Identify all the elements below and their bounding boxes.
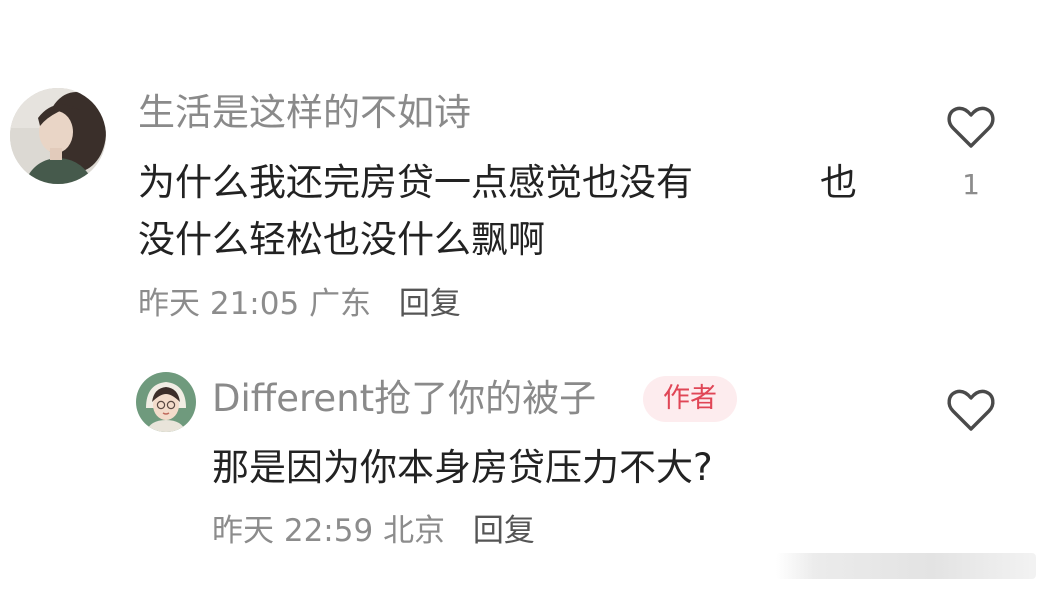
comment-content-line-1: 为什么我还完房贷一点感觉也没有 bbox=[138, 161, 693, 204]
reply-content: 那是因为你本身房贷压力不大? bbox=[212, 446, 713, 489]
reply-avatar[interactable] bbox=[136, 372, 196, 432]
reply-time: 昨天 22:59 bbox=[212, 513, 374, 549]
watermark bbox=[776, 553, 1036, 579]
reply-location: 北京 bbox=[383, 513, 446, 549]
reply-reply-button[interactable]: 回复 bbox=[473, 513, 535, 549]
comment-content-trail: 也 bbox=[820, 161, 857, 204]
comment-like-button[interactable] bbox=[944, 100, 998, 154]
comment-content-line-2: 没什么轻松也没什么飘啊 bbox=[138, 218, 545, 261]
avatar-photo-icon bbox=[10, 88, 106, 184]
comment-meta: 昨天 21:05 广东 回复 bbox=[138, 284, 461, 324]
comment-avatar[interactable] bbox=[10, 88, 106, 184]
comment-like-count: 1 bbox=[962, 168, 980, 201]
comment-time: 昨天 21:05 bbox=[138, 286, 300, 322]
heart-outline-icon bbox=[947, 389, 995, 431]
reply-like-button[interactable] bbox=[944, 383, 998, 437]
avatar-illustration-icon bbox=[136, 372, 196, 432]
heart-outline-icon bbox=[947, 106, 995, 148]
author-badge: 作者 bbox=[643, 376, 737, 422]
comment-reply-button[interactable]: 回复 bbox=[399, 286, 461, 322]
comment-username[interactable]: 生活是这样的不如诗 bbox=[138, 90, 471, 136]
reply-username[interactable]: Different抢了你的被子 bbox=[212, 376, 596, 422]
comment-location: 广东 bbox=[309, 286, 372, 322]
reply-meta: 昨天 22:59 北京 回复 bbox=[212, 511, 535, 551]
